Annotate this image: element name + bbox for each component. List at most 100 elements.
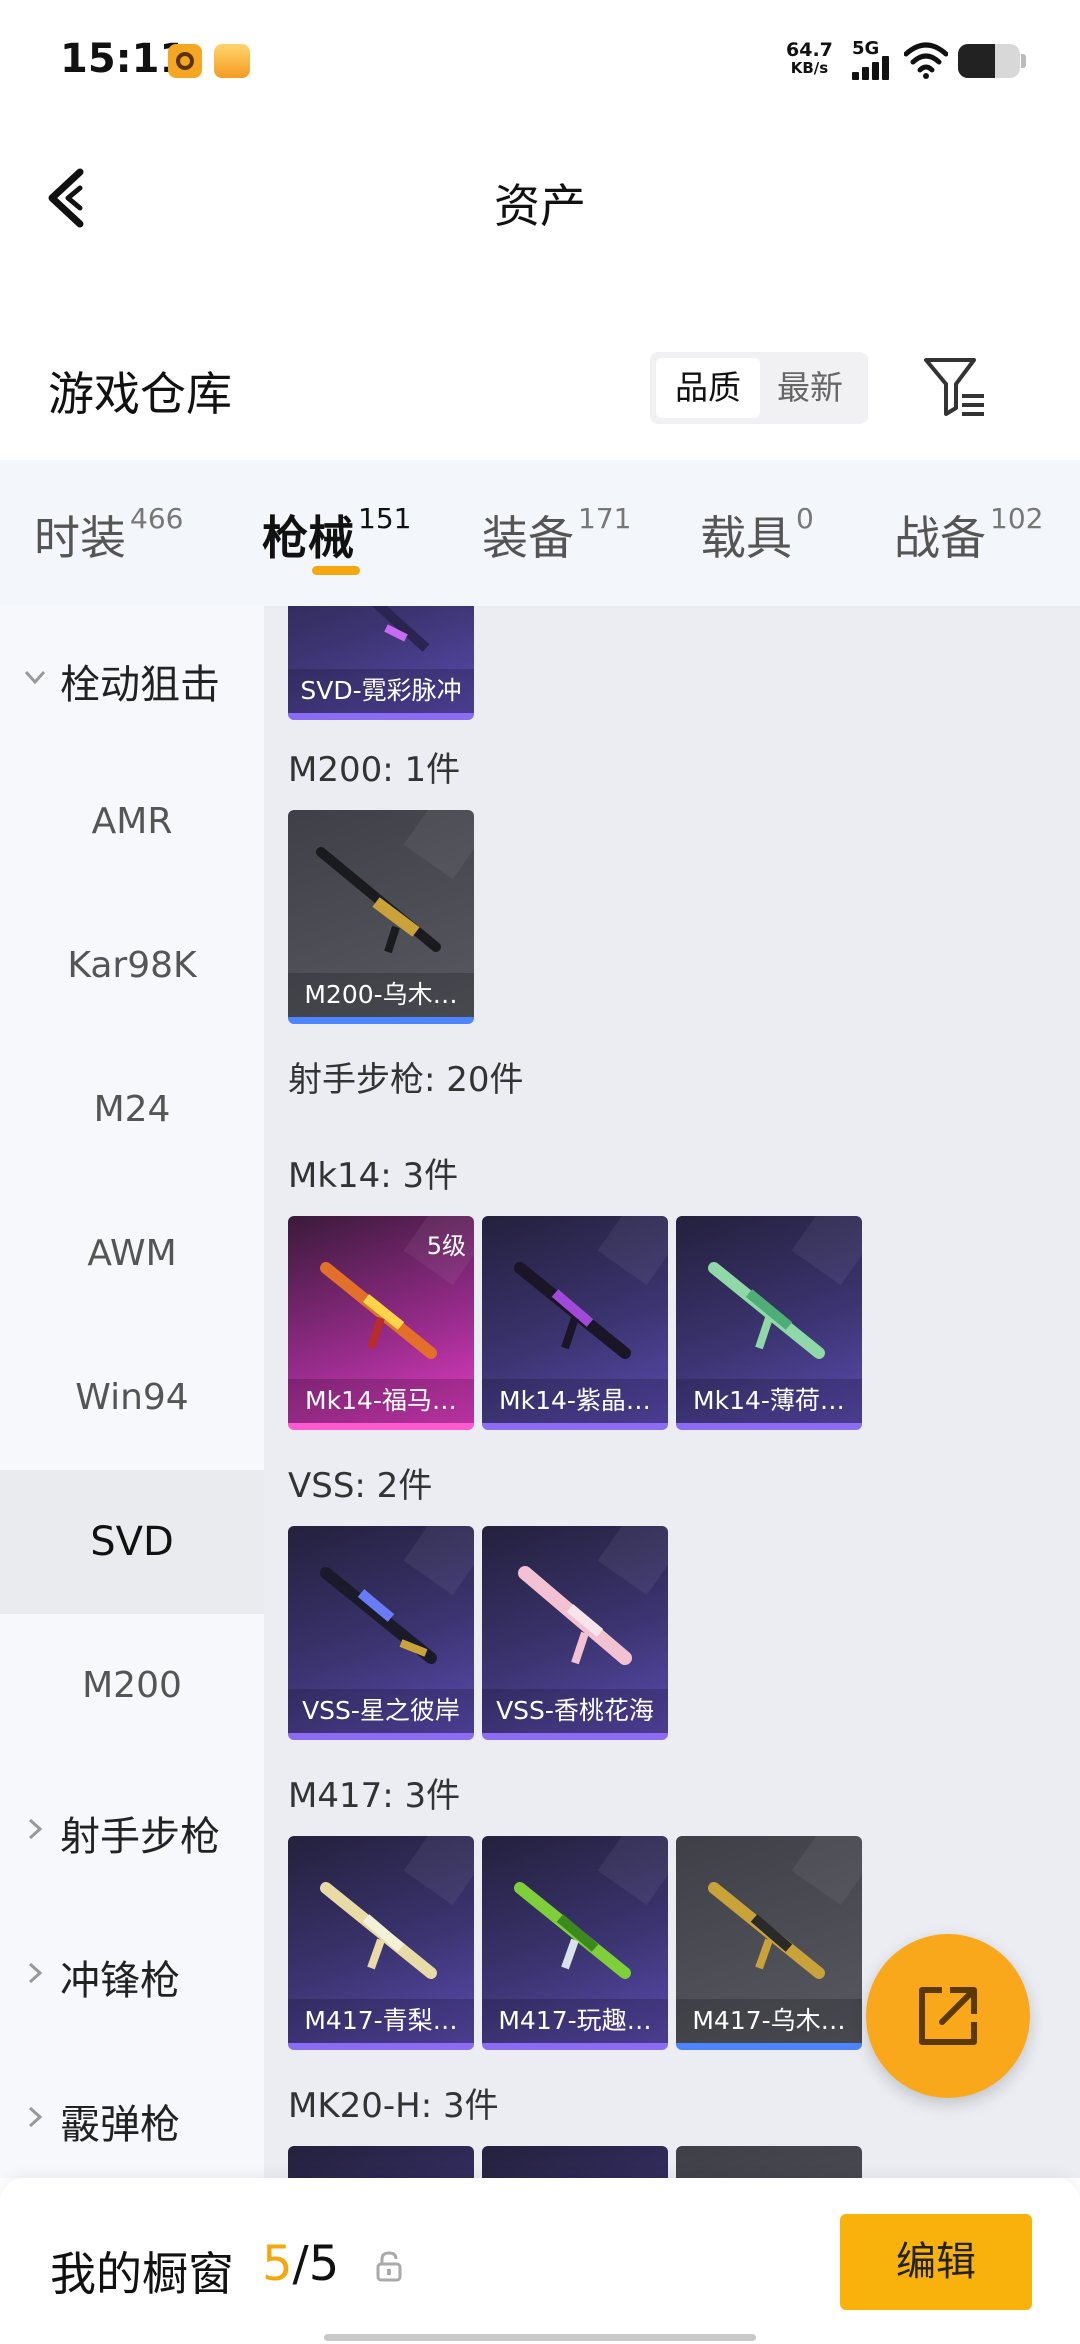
weapon-card-name: M417-青梨… [288,1999,474,2043]
rifle-icon [320,1262,437,1359]
sort-toggle: 品质 最新 [650,352,868,424]
weapon-card-mk20h-3[interactable] [676,2146,862,2178]
sidebar-group-label: 栓动狙击 [60,662,220,708]
sidebar-group-smg[interactable]: 冲锋枪 [0,1902,264,2046]
tab-label: 时装 [34,511,126,565]
section-title-mk14: Mk14: 3件 [288,1156,459,1196]
sort-option-quality[interactable]: 品质 [656,358,760,418]
weapon-card-name: VSS-香桃花海 [482,1689,668,1733]
sidebar-item-kar98k[interactable]: Kar98K [0,894,264,1038]
tab-count: 102 [990,502,1044,535]
edit-button[interactable]: 编辑 [840,2214,1032,2310]
weapon-card-mk14-3[interactable]: Mk14-薄荷… [676,1216,862,1430]
weapon-card-name: M200-乌木… [288,973,474,1017]
tab-count: 466 [130,502,184,535]
notification-game-icon [214,44,250,78]
tab-label: 战备 [894,511,986,565]
weapon-card-mk20h-1[interactable] [288,2146,474,2178]
sidebar-group-label: 霰弹枪 [60,2102,180,2148]
signal-icon [852,56,896,80]
sort-option-newest[interactable]: 最新 [758,358,862,418]
weapon-card-name: VSS-星之彼岸 [288,1689,474,1733]
sidebar-item-win94[interactable]: Win94 [0,1326,264,1470]
lock-icon [376,2251,402,2282]
active-tab-indicator [312,566,360,575]
sidebar-group-label: 冲锋枪 [60,1958,180,2004]
notification-app-icon [168,44,202,78]
tab-count: 0 [796,502,814,535]
rifle-icon [514,1262,631,1359]
weapon-card-mk14-2[interactable]: Mk14-紫晶… [482,1216,668,1430]
tab-equipment[interactable]: 装备 171 [482,502,631,568]
weapon-card-vss-2[interactable]: VSS-香桃花海 [482,1526,668,1740]
chevron-down-icon [24,670,46,685]
filter-icon[interactable] [922,354,986,420]
section-title-m200: M200: 1件 [288,750,461,790]
showcase-count: 5/5 [262,2236,339,2292]
rifle-icon [708,1262,825,1359]
rifle-icon [316,847,441,954]
weapon-category-sidebar: 栓动狙击 AMR Kar98K M24 AWM Win94 SVD M200 射… [0,606,264,2178]
tab-supplies[interactable]: 战备 102 [894,502,1043,568]
sidebar-item-amr[interactable]: AMR [0,750,264,894]
weapon-card-name: SVD-霓彩脉冲 [288,669,474,713]
battery-icon [958,44,1020,78]
network-speed-value: 64.7 [786,39,833,61]
wifi-icon [904,42,948,79]
weapon-card-name: Mk14-薄荷… [676,1379,862,1423]
section-title-m417: M417: 3件 [288,1776,461,1816]
tab-vehicles[interactable]: 载具 0 [700,502,814,568]
tab-label: 枪械 [262,511,354,565]
app-header: 资产 [0,130,1080,270]
page-title: 资产 [494,179,586,233]
rifle-icon [320,1882,437,1979]
section-title-mk20h: MK20-H: 3件 [288,2086,499,2126]
weapon-card-m200-ebony[interactable]: M200-乌木… [288,810,474,1024]
warehouse-title: 游戏仓库 [48,367,232,421]
rifle-icon [514,1882,631,1979]
showcase-count-current: 5 [262,2236,293,2292]
weapon-card-svd-neon-pulse[interactable]: SVD-霓彩脉冲 [288,606,474,720]
sidebar-item-awm[interactable]: AWM [0,1182,264,1326]
sidebar-item-m200[interactable]: M200 [0,1614,264,1758]
showcase-bar: 我的橱窗 5/5 编辑 [0,2178,1080,2344]
weapon-card-mk14-1[interactable]: 5级 Mk14-福马… [288,1216,474,1430]
weapon-card-m417-3[interactable]: M417-乌木… [676,1836,862,2050]
showcase-count-separator: / [292,2236,309,2292]
home-indicator [324,2334,756,2341]
rifle-icon [518,1566,632,1665]
weapon-card-vss-1[interactable]: VSS-星之彼岸 [288,1526,474,1740]
section-title-marksman: 射手步枪: 20件 [288,1060,524,1100]
sidebar-group-bolt-action[interactable]: 栓动狙击 [0,606,264,750]
sidebar-group-marksman[interactable]: 射手步枪 [0,1758,264,1902]
weapon-card-m417-2[interactable]: M417-玩趣… [482,1836,668,2050]
chevron-right-icon [28,1818,43,1840]
share-icon [919,1987,977,2045]
tab-firearms[interactable]: 枪械 151 [262,502,411,568]
rifle-icon [371,606,430,652]
section-title-vss: VSS: 2件 [288,1466,433,1506]
tab-label: 载具 [700,511,792,565]
sidebar-group-label: 射手步枪 [60,1814,220,1860]
showcase-label: 我的橱窗 [50,2247,234,2301]
weapon-card-name: Mk14-福马… [288,1379,474,1423]
tab-label: 装备 [482,511,574,565]
rifle-icon [320,1567,437,1664]
network-speed: 64.7 KB/s [786,40,833,76]
status-bar: 15:11 64.7 KB/s 5G [0,0,1080,120]
sidebar-group-shotgun[interactable]: 霰弹枪 [0,2046,264,2178]
chevron-right-icon [28,2106,43,2128]
tab-count: 171 [578,502,632,535]
share-button[interactable] [866,1934,1030,2098]
tab-count: 151 [358,502,412,535]
sidebar-item-svd[interactable]: SVD [0,1470,264,1614]
sidebar-item-m24[interactable]: M24 [0,1038,264,1182]
network-speed-unit: KB/s [790,59,829,77]
battery-level [958,44,996,78]
weapon-card-mk20h-2[interactable] [482,2146,668,2178]
category-tabs: 时装 466 枪械 151 装备 171 载具 0 战备 102 [0,460,1080,606]
tab-fashion[interactable]: 时装 466 [34,502,183,568]
weapon-card-m417-1[interactable]: M417-青梨… [288,1836,474,2050]
rifle-icon [708,1882,825,1979]
chevron-right-icon [28,1962,43,1984]
